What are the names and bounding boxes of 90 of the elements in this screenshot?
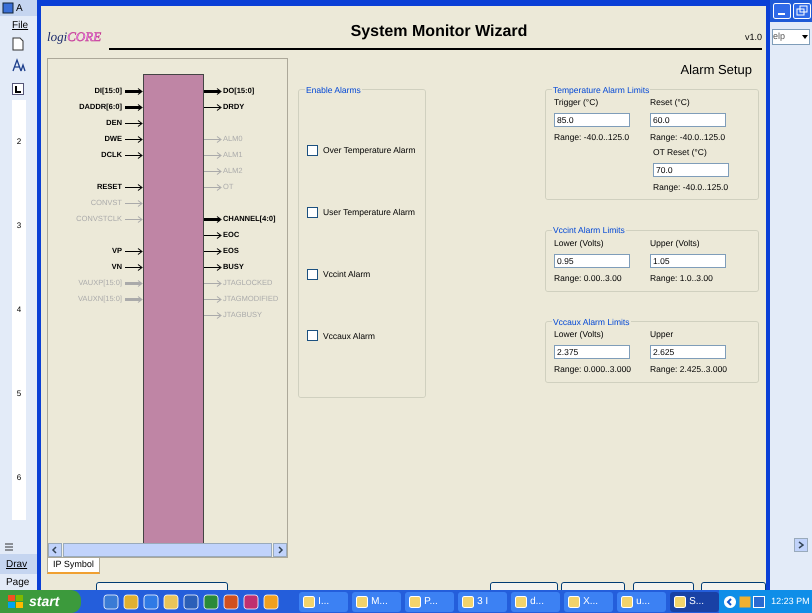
input-field[interactable]: 2.375 <box>554 345 630 359</box>
taskbar-button[interactable]: P... <box>405 592 454 612</box>
scroll-button[interactable] <box>794 538 808 552</box>
range-text: Range: 1.0..3.00 <box>650 272 714 284</box>
input-field[interactable]: 85.0 <box>554 113 630 127</box>
range-text: Range: 2.425..3.000 <box>650 363 728 376</box>
app-icon <box>621 596 634 608</box>
range-text: Range: -40.0..125.0 <box>650 131 726 144</box>
scroll-left-icon[interactable] <box>48 543 62 557</box>
wizard-title: System Monitor Wizard <box>350 22 528 42</box>
app-icon[interactable] <box>103 594 120 610</box>
checkbox-label[interactable]: Vccint Alarm <box>323 268 370 280</box>
app-icon <box>303 596 316 608</box>
taskbar-button[interactable]: d... <box>511 592 560 612</box>
scroll-right-icon[interactable] <box>273 543 287 557</box>
field-label: Upper (Volts) <box>650 237 701 250</box>
taskbar-button[interactable]: S... <box>670 592 720 612</box>
app-icon <box>674 596 686 608</box>
app-icon <box>409 596 422 608</box>
group-title: Temperature Alarm Limits <box>552 84 650 96</box>
field-label: Lower (Volts) <box>554 237 605 250</box>
windows-logo-icon <box>8 594 24 608</box>
app-icon[interactable] <box>163 594 180 610</box>
restore-icon[interactable] <box>793 3 811 19</box>
taskbar-button[interactable]: u... <box>617 592 666 612</box>
range-text: Range: 0.000..3.000 <box>554 363 632 376</box>
app-icon[interactable] <box>223 594 240 610</box>
logo: logiCORE <box>47 28 102 46</box>
version-label: v1.0 <box>744 30 762 44</box>
tray-icon[interactable] <box>753 596 766 608</box>
help-text: elp <box>773 30 786 44</box>
input-field[interactable]: 1.05 <box>650 254 726 268</box>
checkbox-label[interactable]: Over Temperature Alarm <box>323 144 416 157</box>
ruler-number: 4 <box>16 306 22 314</box>
checkbox-label[interactable]: Vccaux Alarm <box>323 330 375 342</box>
page-title: Alarm Setup <box>680 61 752 79</box>
range-text: Range: -40.0..125.0 <box>653 180 730 194</box>
ruler-number: 2 <box>16 138 22 146</box>
font-icon[interactable] <box>12 58 26 72</box>
status-text: Page <box>6 576 30 590</box>
group-title: Vccint Alarm Limits <box>552 224 626 237</box>
app-icon <box>2 2 14 14</box>
checkbox[interactable] <box>307 330 318 342</box>
input-field[interactable]: 2.625 <box>650 345 726 359</box>
app-icon[interactable] <box>183 594 200 610</box>
taskbar-button[interactable]: X... <box>564 592 614 612</box>
document-icon[interactable] <box>12 37 24 51</box>
dropdown-icon[interactable] <box>801 33 809 41</box>
taskbar-button[interactable]: M... <box>352 592 402 612</box>
app-icon[interactable] <box>243 594 260 610</box>
app-icon <box>515 596 528 608</box>
field-label: Lower (Volts) <box>554 328 605 341</box>
clock: 12:23 PM <box>771 594 810 608</box>
field-label: Reset (°C) <box>650 96 691 109</box>
window-title: A <box>16 2 23 16</box>
menu-item[interactable]: File <box>12 18 28 32</box>
start-button[interactable]: start <box>0 590 82 613</box>
app-icon[interactable] <box>143 594 160 610</box>
chevron-right-icon <box>798 541 804 549</box>
app-icon <box>568 596 580 608</box>
input-field[interactable]: 0.95 <box>554 254 630 268</box>
checkbox-label[interactable]: User Temperature Alarm <box>323 206 415 219</box>
field-label: OT Reset (°C) <box>653 146 708 158</box>
group-title: Vccaux Alarm Limits <box>552 316 631 328</box>
field-label: Upper <box>650 328 674 341</box>
app-icon[interactable] <box>203 594 220 610</box>
app-icon[interactable] <box>263 594 280 610</box>
checkbox[interactable] <box>307 268 318 280</box>
minimize-icon[interactable] <box>773 3 791 19</box>
chevron-left-icon[interactable] <box>723 594 738 608</box>
input-field[interactable]: 60.0 <box>650 113 726 127</box>
ruler-number: 3 <box>16 222 22 230</box>
checkbox[interactable] <box>307 206 318 218</box>
ruler-number: 5 <box>16 390 22 398</box>
range-text: Range: 0.00..3.00 <box>554 272 623 284</box>
app-icon <box>462 596 474 608</box>
input-field[interactable]: 70.0 <box>653 162 729 176</box>
help-box[interactable]: elp <box>772 29 810 45</box>
group-title: Enable Alarms <box>305 84 362 96</box>
tab-stop-icon[interactable] <box>12 83 24 95</box>
field-label: Trigger (°C) <box>554 96 600 109</box>
checkbox[interactable] <box>307 145 318 156</box>
range-text: Range: -40.0..125.0 <box>554 131 630 144</box>
app-icon <box>356 596 368 608</box>
taskbar-button[interactable]: 3 I <box>458 592 508 612</box>
tab[interactable]: IP Symbol <box>47 558 100 574</box>
view-icon[interactable] <box>4 542 14 552</box>
taskbar-button[interactable]: I... <box>299 592 348 612</box>
app-icon[interactable] <box>123 594 140 610</box>
ruler-number: 6 <box>16 474 22 482</box>
